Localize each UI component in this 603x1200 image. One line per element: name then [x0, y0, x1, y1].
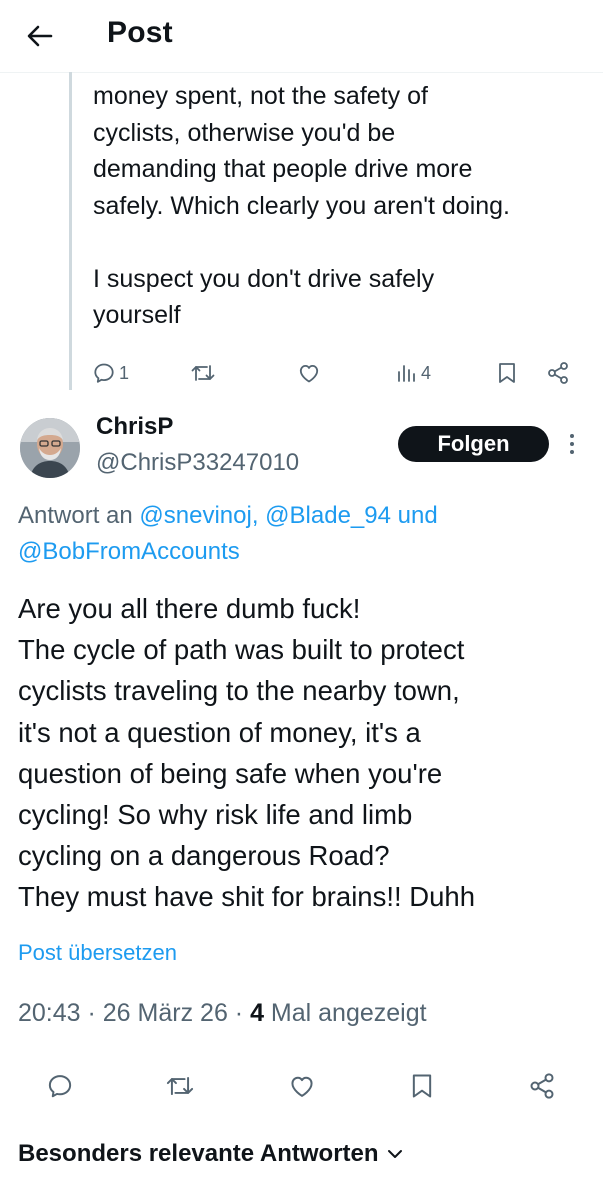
- analytics-icon: [398, 365, 415, 382]
- reply-icon: [48, 1075, 72, 1098]
- translate-post-link[interactable]: Post übersetzen: [18, 940, 177, 966]
- post-date[interactable]: 26 März 26: [103, 999, 228, 1027]
- post-views-label: Mal angezeigt: [270, 999, 427, 1027]
- author-name[interactable]: ChrisP: [96, 413, 173, 441]
- parent-post-text: money spent, not the safety of cyclists,…: [93, 82, 511, 329]
- parent-post-actions: 1 4: [92, 356, 582, 390]
- heart-icon: [299, 365, 319, 383]
- bookmark-icon: [499, 363, 515, 383]
- more-options-button[interactable]: [562, 428, 582, 460]
- repost-icon: [191, 365, 215, 381]
- like-button[interactable]: [297, 356, 321, 390]
- views-button[interactable]: 4: [396, 356, 431, 390]
- more-dot-icon: [570, 434, 574, 438]
- avatar[interactable]: [20, 418, 80, 478]
- view-count: 4: [421, 362, 432, 383]
- sort-label: Besonders relevante Antworten: [18, 1140, 379, 1167]
- mention-link-snevinoj[interactable]: @snevinoj,: [139, 502, 258, 529]
- post-view-count: 4: [250, 999, 264, 1027]
- reply-button[interactable]: 1: [92, 356, 129, 390]
- mention-link-blade[interactable]: @Blade_94: [265, 502, 391, 529]
- post-time[interactable]: 20:43: [18, 999, 81, 1027]
- reply-count: 1: [119, 362, 130, 383]
- chevron-down-icon: [387, 1150, 402, 1158]
- mention-joiner[interactable]: und: [398, 502, 438, 529]
- top-bar: Post: [0, 0, 603, 73]
- back-button[interactable]: [22, 20, 58, 52]
- post-text: Are you all there dumb fuck! The cycle o…: [18, 593, 476, 913]
- bookmark-icon: [412, 1074, 432, 1098]
- bookmark-button[interactable]: [496, 356, 518, 390]
- like-button[interactable]: [282, 1066, 322, 1106]
- repost-button[interactable]: [160, 1066, 200, 1106]
- repost-icon: [166, 1076, 194, 1096]
- more-dot-icon: [570, 450, 574, 454]
- share-icon: [530, 1073, 554, 1099]
- share-button[interactable]: [546, 356, 570, 390]
- replies-sort-dropdown[interactable]: Besonders relevante Antworten: [18, 1140, 403, 1168]
- heart-icon: [291, 1076, 313, 1097]
- share-button[interactable]: [522, 1066, 562, 1106]
- bookmark-button[interactable]: [402, 1066, 442, 1106]
- post-metadata: 20:43 · 26 März 26 · 4 Mal angezeigt: [18, 999, 427, 1028]
- page-title: Post: [107, 16, 173, 49]
- author-handle[interactable]: @ChrisP33247010: [96, 449, 299, 477]
- thread-connector-line: [69, 72, 72, 390]
- more-dot-icon: [570, 442, 574, 446]
- avatar-photo-icon: [20, 418, 80, 478]
- post-actions: [0, 1066, 603, 1106]
- repost-button[interactable]: [190, 356, 216, 390]
- meta-separator: ·: [227, 999, 251, 1027]
- reply-button[interactable]: [40, 1066, 80, 1106]
- arrow-left-icon: [27, 25, 53, 47]
- meta-separator: ·: [80, 999, 103, 1027]
- reply-icon: [94, 363, 114, 383]
- reply-to-prefix: Antwort an: [18, 502, 133, 529]
- mention-link-bobfromaccounts[interactable]: @BobFromAccounts: [18, 538, 240, 565]
- follow-button[interactable]: Folgen: [398, 426, 549, 462]
- share-icon: [548, 362, 568, 384]
- reply-to-line: Antwort an @snevinoj, @Blade_94 und @Bob…: [18, 498, 588, 570]
